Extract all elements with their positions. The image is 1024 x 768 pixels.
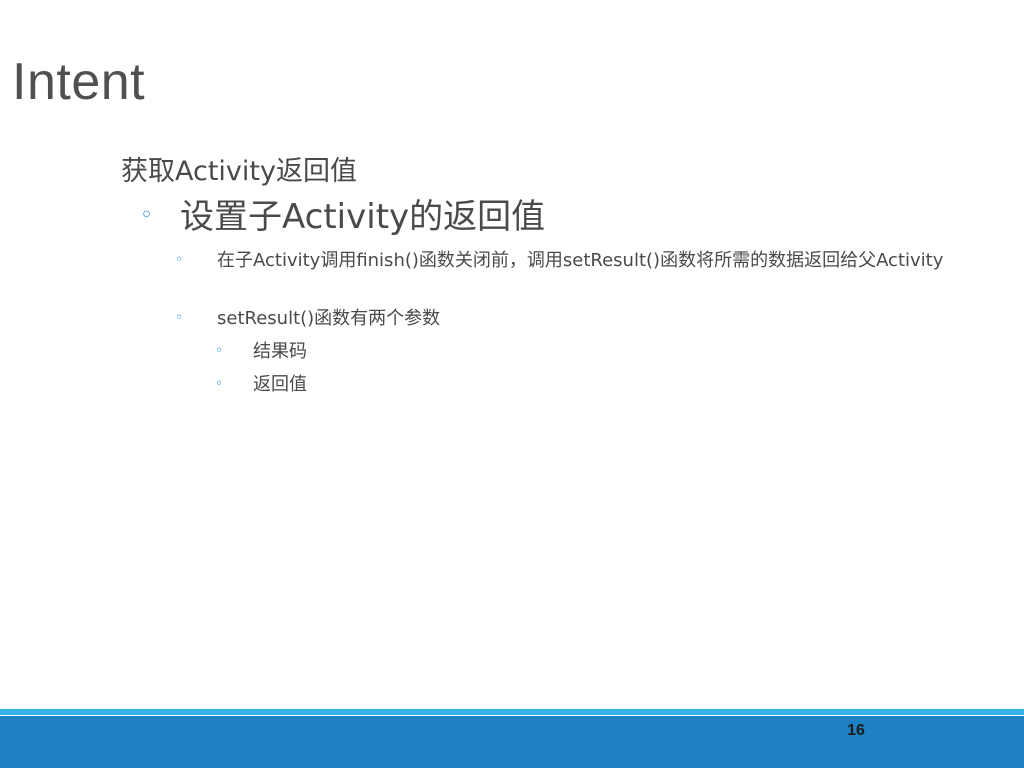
bullet-circle-icon: ◦: [175, 310, 184, 326]
page-number: 16: [847, 722, 865, 739]
slide-title: Intent: [12, 53, 146, 111]
subheading-text: 设置子Activity的返回值: [180, 197, 546, 237]
bullet-text: setResult()函数有两个参数: [217, 308, 441, 329]
bullet-circle-icon: ◦: [215, 343, 224, 359]
bullet-circle-icon: ◦: [215, 376, 224, 392]
bullet-text: 在子Activity调用finish()函数关闭前，调用setResult()函…: [217, 250, 944, 271]
slide: Intent 获取Activity返回值 ◦ 设置子Activity的返回值 ◦…: [0, 0, 1024, 768]
param-text: 返回值: [253, 374, 307, 395]
heading-level-0: 获取Activity返回值: [121, 156, 357, 187]
param-text: 结果码: [253, 341, 307, 362]
bullet-circle-icon: ◦: [175, 252, 184, 268]
bullet-circle-icon: ◦: [140, 203, 153, 228]
footer-accent-line: [0, 709, 1024, 715]
